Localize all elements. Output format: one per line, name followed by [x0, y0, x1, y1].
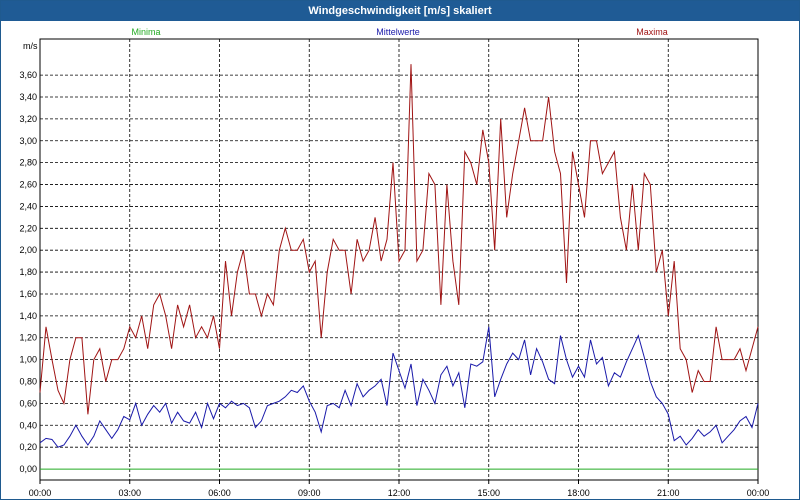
- y-tick-label: 0,20: [19, 442, 37, 452]
- window-title: Windgeschwindigkeit [m/s] skaliert: [1, 1, 799, 21]
- y-tick-label: 0,80: [19, 377, 37, 387]
- x-tick-time-label: 18:00: [567, 488, 590, 498]
- x-tick-time-label: 21:00: [657, 488, 680, 498]
- y-tick-label: 2,40: [19, 201, 37, 211]
- y-tick-label: 1,40: [19, 311, 37, 321]
- x-tick-time-label: 00:00: [29, 488, 52, 498]
- y-tick-label: 1,00: [19, 355, 37, 365]
- y-tick-label: 3,40: [19, 92, 37, 102]
- y-tick-label: 1,80: [19, 267, 37, 277]
- legend-minima: Minima: [131, 27, 160, 37]
- y-tick-label: 0,00: [19, 464, 37, 474]
- y-tick-label: 2,80: [19, 158, 37, 168]
- y-tick-label: 1,20: [19, 333, 37, 343]
- legend-mittelwerte: Mittelwerte: [376, 27, 420, 37]
- legend: Minima Mittelwerte Maxima: [131, 27, 667, 37]
- y-tick-label: 0,60: [19, 398, 37, 408]
- x-tick-time-label: 03:00: [118, 488, 141, 498]
- y-tick-label: 2,20: [19, 223, 37, 233]
- x-tick-time-label: 00:00: [747, 488, 770, 498]
- chart-window: Windgeschwindigkeit [m/s] skaliert m/s 0,…: [0, 0, 800, 500]
- x-tick-time-label: 15:00: [477, 488, 500, 498]
- x-tick-time-label: 12:00: [388, 488, 411, 498]
- y-axis-unit-label: m/s: [23, 41, 38, 51]
- y-axis: m/s 0,00 0,20 0,40 0,60 0,80 1,00 1,20 1,40 1,60 1…: [19, 41, 38, 474]
- x-axis: 00:0007.08.2503:0007.08.2506:0007.08.250…: [29, 480, 770, 498]
- x-tick-time-label: 06:00: [208, 488, 231, 498]
- legend-maxima: Maxima: [636, 27, 668, 37]
- y-tick-label: 2,00: [19, 245, 37, 255]
- y-tick-label: 0,40: [19, 420, 37, 430]
- x-tick-time-label: 09:00: [298, 488, 321, 498]
- wind-speed-chart: m/s 0,00 0,20 0,40 0,60 0,80 1,00 1,20 1,40 1,60 1…: [19, 27, 770, 498]
- y-tick-label: 2,60: [19, 180, 37, 190]
- y-tick-label: 3,00: [19, 136, 37, 146]
- y-tick-label: 3,20: [19, 114, 37, 124]
- y-tick-label: 1,60: [19, 289, 37, 299]
- y-tick-label: 3,60: [19, 70, 37, 80]
